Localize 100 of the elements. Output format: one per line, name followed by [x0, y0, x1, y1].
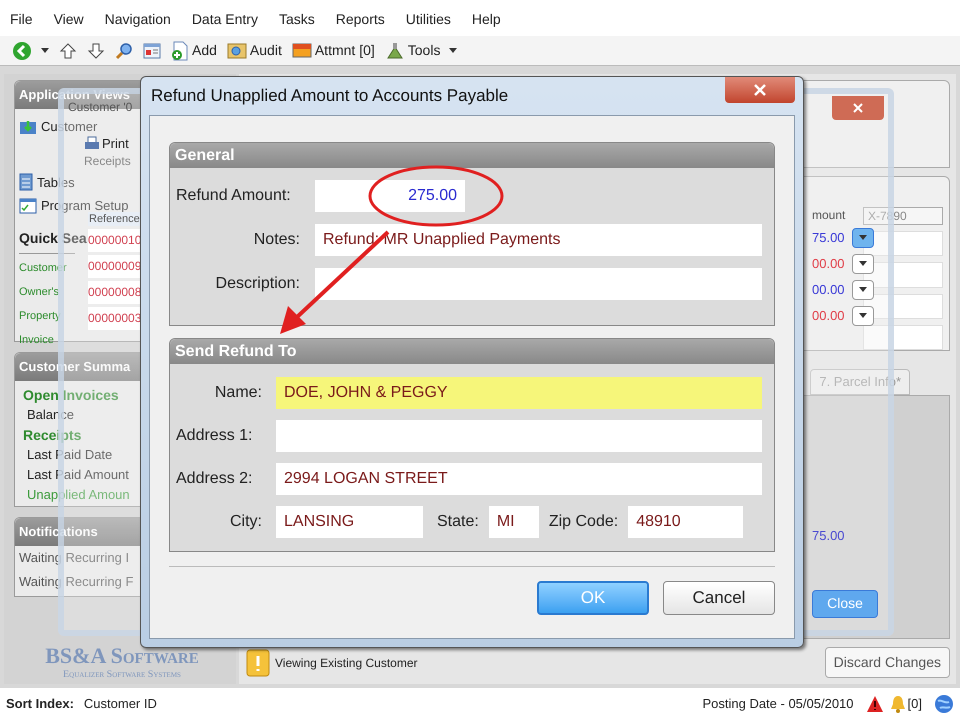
toolbar-icon-button[interactable] [115, 42, 133, 60]
amount-cell-text: 75.00 [812, 229, 846, 248]
amount-cell-text: 00.00 [812, 255, 846, 274]
caret-icon [41, 48, 49, 54]
status-message: Viewing Existing Customer [275, 654, 418, 672]
menu-item[interactable]: Navigation [104, 9, 171, 30]
logo-name: BS&A Software [45, 645, 199, 667]
search-link[interactable]: Owner's [19, 282, 59, 302]
address-field[interactable] [276, 420, 762, 452]
caret-icon [859, 287, 867, 293]
caret-icon [859, 261, 867, 267]
section-title: Quick Sea [19, 228, 87, 248]
summary-heading: Receipts [23, 426, 82, 445]
warning-icon[interactable] [866, 695, 884, 713]
summary-label: Last Paid Amount [27, 466, 129, 484]
reference-cell: 00000003 [88, 307, 142, 330]
total-amount: 75.00 [812, 527, 845, 545]
dropdown-button[interactable] [852, 306, 874, 326]
entry-field[interactable] [863, 324, 943, 350]
close-icon [853, 103, 863, 113]
toolbar-button[interactable]: Add [171, 40, 217, 61]
attachment-icon [292, 42, 312, 60]
field-label: State: [437, 512, 479, 532]
info-icon [245, 648, 271, 678]
caret-icon [859, 235, 867, 241]
toolbar-button[interactable]: Tools [384, 40, 458, 61]
section-title: General [175, 146, 235, 166]
field-label: Notes: [252, 230, 300, 250]
column-header: mount [812, 207, 846, 224]
form-icon [143, 42, 161, 60]
dropdown-button[interactable] [852, 280, 874, 300]
tools-icon [384, 40, 405, 60]
zip-field[interactable]: 48910 [628, 506, 744, 538]
receipts-label: Receipts [84, 154, 131, 168]
cancel-button[interactable]: Cancel [663, 581, 775, 615]
description-field[interactable] [315, 268, 762, 300]
dropdown-button[interactable] [852, 228, 874, 248]
menu-item[interactable]: Reports [336, 9, 385, 30]
field-label: Address 2: [175, 469, 254, 489]
toolbar-button[interactable]: Audit [226, 40, 282, 61]
field-label: Name: [214, 383, 262, 403]
summary-label: Last Paid Date [27, 446, 112, 464]
panel-title: Notifications [19, 524, 98, 539]
close-button[interactable] [725, 77, 795, 103]
add-document-icon [171, 40, 189, 60]
summary-heading: Open Invoices [23, 386, 119, 405]
table-icon [19, 173, 33, 192]
city-field[interactable]: LANSING [276, 506, 423, 538]
menu-item[interactable]: Tasks [278, 9, 315, 30]
name-field[interactable]: DOE, JOHN & PEGGY [276, 377, 762, 409]
bell-icon[interactable] [890, 695, 906, 713]
menu-item[interactable]: View [54, 9, 84, 30]
globe-icon[interactable] [934, 694, 954, 714]
entry-field[interactable] [863, 294, 943, 319]
print-button[interactable]: Print [84, 136, 129, 152]
toolbar-button[interactable]: Attmnt [0] [292, 40, 375, 61]
discard-changes-button[interactable]: Discard Changes [824, 647, 950, 678]
search-icon [115, 42, 133, 60]
menu-item[interactable]: Help [472, 9, 501, 30]
field-label: Address 1: [175, 426, 254, 446]
caret-icon [449, 48, 458, 54]
audit-icon [226, 42, 247, 60]
search-link[interactable]: Customer [19, 258, 67, 278]
entry-field[interactable] [863, 262, 943, 288]
menu-item[interactable]: Utilities [406, 9, 451, 30]
section-title: Send Refund To [175, 342, 296, 362]
dropdown-button[interactable] [852, 254, 874, 274]
address-field[interactable]: 2994 LOGAN STREET [276, 463, 762, 495]
tree-item[interactable]: Customer [19, 117, 98, 136]
dialog-title: Refund Unapplied Amount to Accounts Payable [151, 85, 508, 108]
field-label: City: [229, 512, 262, 532]
search-link[interactable]: Invoice [19, 330, 54, 350]
reference-cell: 00000010 [88, 229, 142, 252]
field-label: Refund Amount: [175, 186, 292, 206]
menu-item[interactable]: Data Entry [192, 9, 258, 30]
close-button[interactable] [832, 96, 884, 120]
search-link[interactable]: Property [19, 306, 61, 326]
caret-icon [859, 313, 867, 319]
toolbar-icon-button[interactable] [12, 40, 49, 60]
menu-item[interactable]: File [10, 9, 33, 30]
state-field[interactable]: MI [488, 506, 539, 538]
column-header: Reference [88, 212, 141, 226]
setup-window-icon [19, 198, 37, 214]
tree-item[interactable]: Tables [19, 172, 75, 192]
field-label: Description: [214, 274, 300, 294]
amount-cell-text: 00.00 [812, 281, 846, 300]
reference-cell: 00000008 [88, 281, 142, 304]
reference-cell: 00000009 [88, 255, 142, 278]
posting-date: Posting Date - 05/05/2010 [702, 695, 854, 714]
up-arrow-icon [59, 42, 77, 60]
amount-field[interactable]: 275.00 [315, 180, 465, 212]
field-label: Zip Code: [548, 512, 618, 532]
toolbar-icon-button[interactable] [87, 42, 105, 60]
printer-icon [84, 136, 100, 152]
toolbar-icon-button[interactable] [59, 42, 77, 60]
amount-cell-text: 00.00 [812, 307, 846, 326]
sort-label: Sort Index: [6, 695, 74, 714]
entry-field[interactable] [863, 231, 943, 256]
logo-tagline: Equalizer Software Systems [63, 668, 181, 682]
sort-value: Customer ID [84, 695, 157, 714]
